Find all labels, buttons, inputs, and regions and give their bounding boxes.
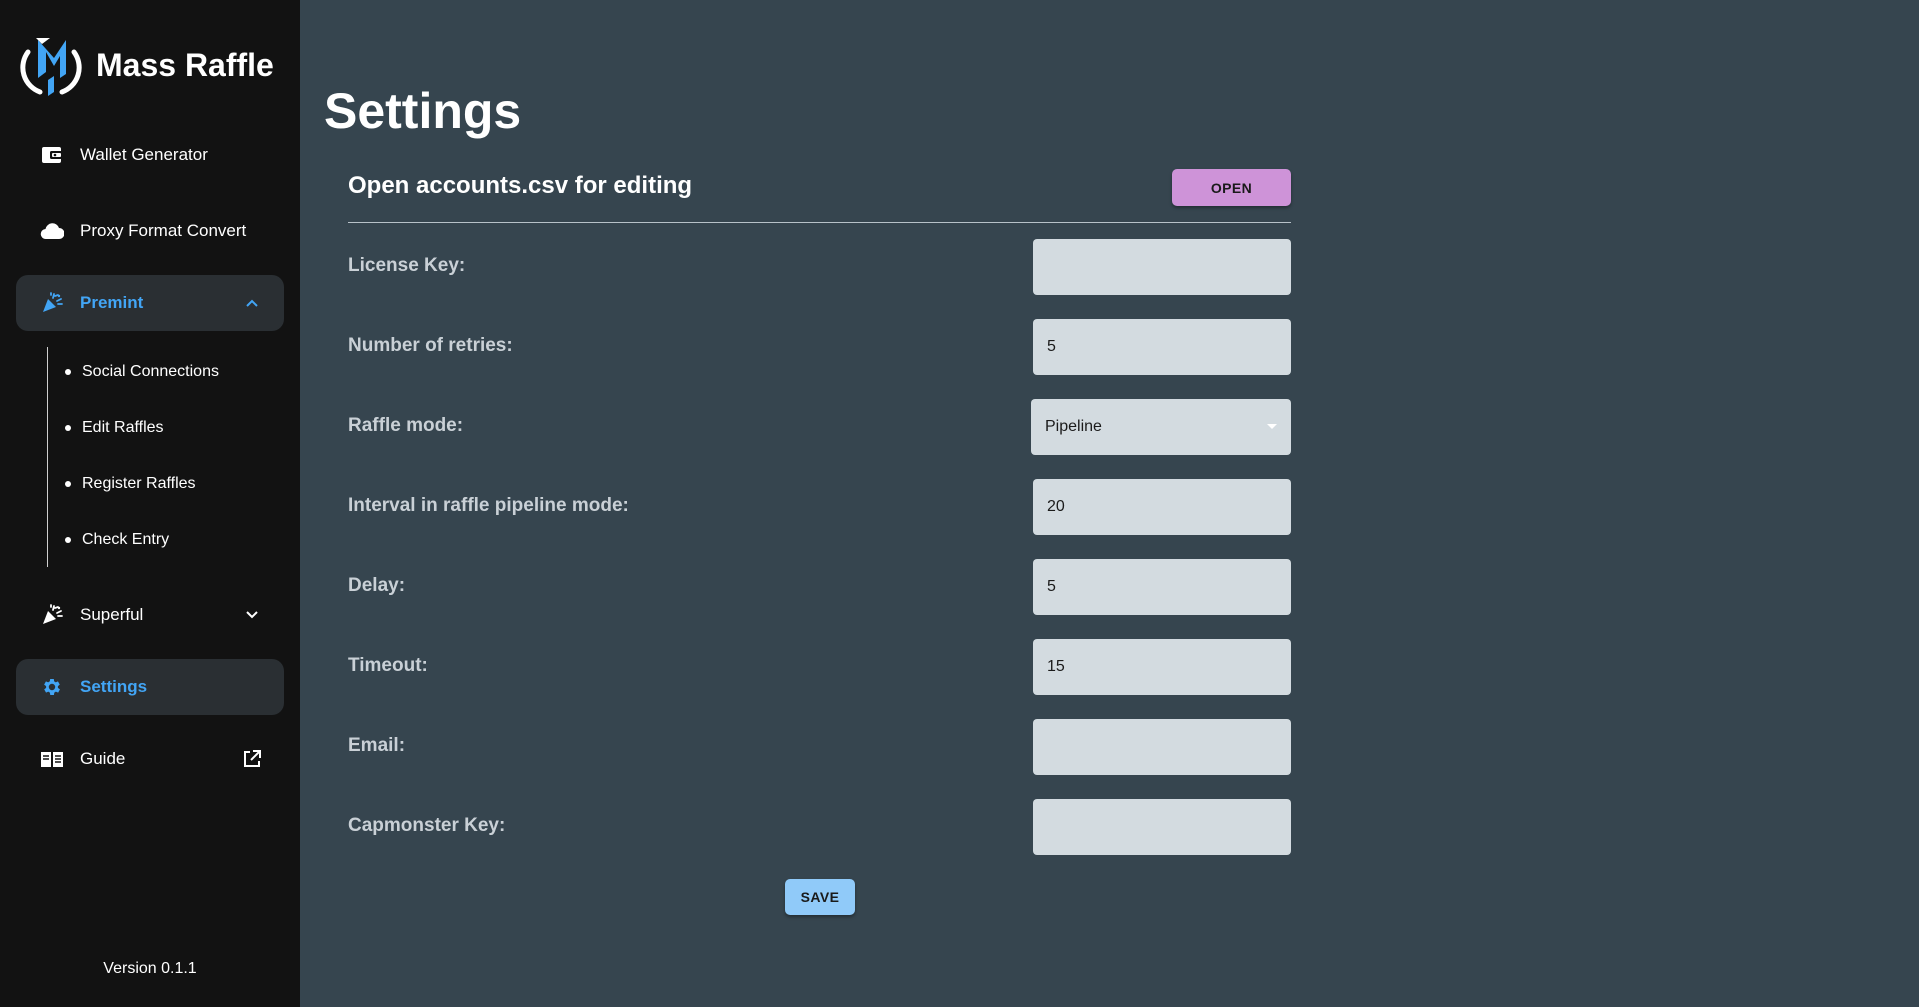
bullet-icon	[65, 537, 71, 543]
bullet-icon	[65, 425, 71, 431]
timeout-label: Timeout:	[348, 655, 428, 676]
sidebar-item-premint[interactable]: Premint	[16, 275, 284, 331]
email-input[interactable]	[1033, 719, 1291, 775]
sidebar-item-guide[interactable]: Guide	[16, 731, 284, 787]
chevron-down-icon[interactable]	[240, 603, 264, 627]
sidebar-item-label: Premint	[80, 293, 144, 312]
wallet-icon	[40, 143, 64, 167]
divider	[348, 222, 1291, 223]
submenu-item-label: Social Connections	[82, 363, 219, 380]
capmonster-key-input[interactable]	[1033, 799, 1291, 855]
raffle-mode-selected-value: Pipeline	[1045, 418, 1102, 435]
interval-input[interactable]	[1033, 479, 1291, 535]
bullet-icon	[65, 481, 71, 487]
submenu-item-label: Register Raffles	[82, 475, 196, 492]
license-key-label: License Key:	[348, 255, 466, 276]
save-button[interactable]: SAVE	[785, 879, 855, 915]
sidebar-item-label: Settings	[80, 677, 148, 696]
premint-submenu: Social Connections Edit Raffles Register…	[47, 347, 277, 567]
book-icon	[40, 747, 64, 771]
submenu-item-check-entry[interactable]: Check Entry	[48, 520, 278, 560]
number-of-retries-label: Number of retries:	[348, 335, 513, 356]
sidebar-item-settings[interactable]: Settings	[16, 659, 284, 715]
app-title: Mass Raffle	[96, 46, 274, 83]
submenu-item-label: Check Entry	[82, 531, 170, 548]
raffle-mode-select[interactable]: Pipeline	[1031, 399, 1291, 455]
email-label: Email:	[348, 735, 406, 756]
timeout-input[interactable]	[1033, 639, 1291, 695]
interval-label: Interval in raffle pipeline mode:	[348, 495, 629, 516]
sidebar-item-label: Guide	[80, 749, 126, 768]
submenu-item-label: Edit Raffles	[82, 419, 164, 436]
delay-input[interactable]	[1033, 559, 1291, 615]
sidebar: Mass Raffle Wallet Generator Proxy Forma…	[0, 0, 300, 1007]
page-title: Settings	[324, 83, 522, 139]
sidebar-item-label: Proxy Format Convert	[80, 221, 247, 240]
raffle-mode-label: Raffle mode:	[348, 415, 464, 436]
open-accounts-label: Open accounts.csv for editing	[348, 172, 693, 199]
delay-label: Delay:	[348, 575, 406, 596]
sidebar-item-proxy-format-convert[interactable]: Proxy Format Convert	[16, 203, 284, 259]
submenu-item-edit-raffles[interactable]: Edit Raffles	[48, 408, 278, 448]
gear-icon	[40, 675, 64, 699]
bullet-icon	[65, 369, 71, 375]
submenu-item-register-raffles[interactable]: Register Raffles	[48, 464, 278, 504]
license-key-input[interactable]	[1033, 239, 1291, 295]
submenu-item-social-connections[interactable]: Social Connections	[48, 352, 278, 392]
capmonster-key-label: Capmonster Key:	[348, 815, 506, 836]
dropdown-arrow-icon	[1267, 424, 1277, 429]
brand[interactable]: Mass Raffle	[20, 30, 274, 100]
sidebar-item-wallet-generator[interactable]: Wallet Generator	[16, 127, 284, 183]
sidebar-item-label: Wallet Generator	[80, 145, 208, 164]
open-accounts-button[interactable]: OPEN	[1172, 169, 1291, 206]
sidebar-item-superful[interactable]: Superful	[16, 587, 284, 643]
external-link-icon[interactable]	[240, 747, 264, 771]
cloud-icon	[40, 219, 64, 243]
party-popper-icon	[40, 291, 64, 315]
chevron-up-icon[interactable]	[240, 291, 264, 315]
party-popper-icon	[40, 603, 64, 627]
number-of-retries-input[interactable]	[1033, 319, 1291, 375]
sidebar-item-label: Superful	[80, 605, 144, 624]
app-version: Version 0.1.1	[103, 960, 197, 977]
mass-raffle-logo	[20, 38, 82, 96]
